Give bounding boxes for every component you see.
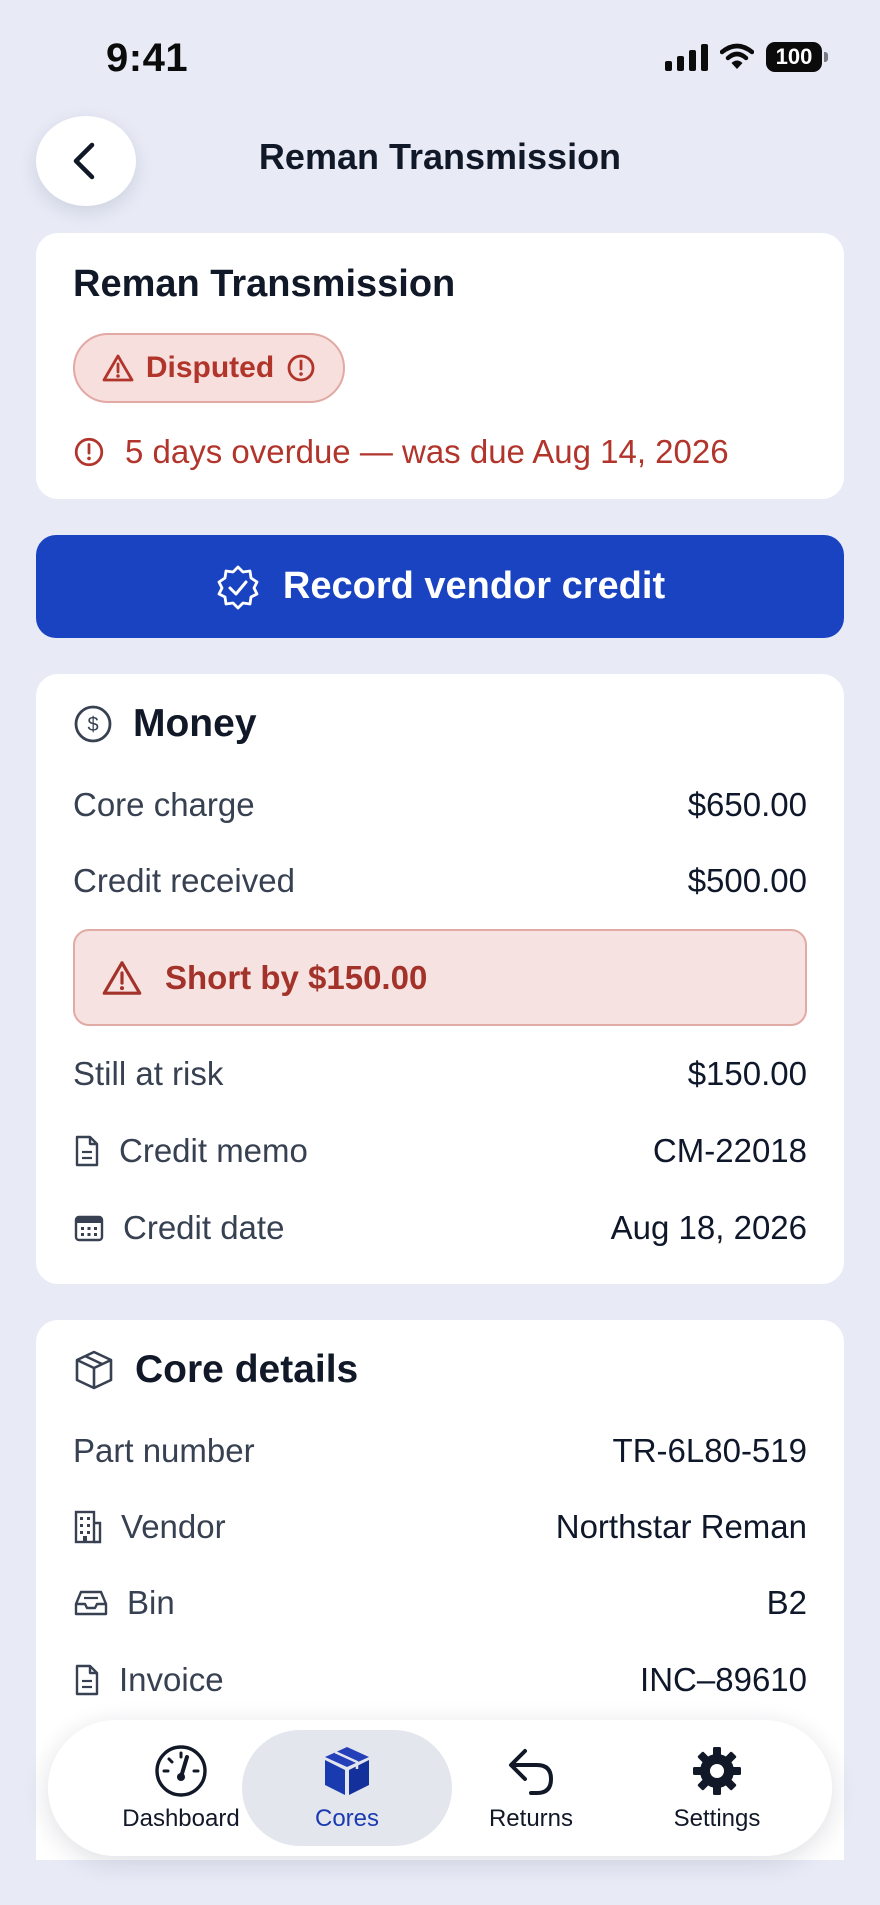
credit-date-label-group: Credit date [73,1209,284,1247]
gauge-icon [153,1743,209,1799]
status-bar: 9:41 100 [0,0,880,116]
vendor-value: Northstar Reman [555,1508,807,1545]
still-at-risk-value: $150.00 [687,1055,807,1092]
badge-check-icon [217,565,259,609]
vendor-label: Vendor [121,1508,226,1545]
page-fade [0,1860,880,1905]
tab-settings[interactable]: Settings [612,1730,822,1846]
document-icon [75,1135,99,1167]
core-charge-row: Core charge $650.00 [73,780,807,830]
inbox-tray-icon [74,1590,108,1616]
signal-icon [665,43,708,71]
bin-value: B2 [766,1584,807,1621]
credit-received-label: Credit received [73,862,295,899]
invoice-value: INC–89610 [640,1661,807,1698]
invoice-label: Invoice [119,1661,224,1698]
credit-date-label: Credit date [123,1209,285,1246]
tab-cores-label: Cores [314,1805,380,1832]
svg-text:$: $ [87,714,98,736]
credit-memo-row: Credit memo CM-22018 [73,1126,807,1176]
credit-memo-label-group: Credit memo [73,1132,308,1170]
building-icon [74,1510,102,1544]
part-number-value: TR-6L80-519 [612,1432,807,1469]
calendar-icon [74,1215,104,1242]
status-time: 9:41 [106,36,189,80]
credit-received-value: $500.00 [687,862,807,899]
warning-triangle-icon [102,354,134,382]
credit-received-row: Credit received $500.00 [73,856,807,906]
wifi-icon [720,43,754,69]
invoice-label-group: Invoice [73,1661,224,1699]
bottom-tab-bar: Dashboard Cores Returns Settings [48,1720,832,1856]
core-charge-value: $650.00 [687,786,807,823]
core-details-header: Core details [73,1348,358,1392]
page-title: Reman Transmission [258,136,622,177]
battery-icon: 100 [766,42,828,72]
status-badge-label: Disputed [145,351,275,384]
box-icon [319,1743,375,1799]
bin-label: Bin [127,1584,175,1621]
still-at-risk-label: Still at risk [73,1055,224,1092]
return-arrow-icon [503,1743,559,1799]
short-alert: Short by $150.00 [73,929,807,1026]
credit-date-value: Aug 18, 2026 [610,1209,807,1246]
core-title: Reman Transmission [73,263,456,305]
credit-memo-value: CM-22018 [652,1132,807,1169]
tab-cores[interactable]: Cores [242,1730,452,1846]
tab-returns-label: Returns [488,1805,574,1832]
gear-icon [689,1743,745,1799]
alert-circle-icon [74,437,104,467]
money-header: $ Money [73,702,257,746]
tab-dashboard-label: Dashboard [122,1805,240,1832]
summary-card: Reman Transmission Disputed 5 days overd… [36,233,844,499]
core-details-title: Core details [135,1348,359,1391]
dollar-circle-icon: $ [74,705,112,743]
bin-row: Bin B2 [73,1578,807,1628]
part-number-label: Part number [73,1432,255,1469]
tab-settings-label: Settings [673,1805,761,1832]
record-vendor-credit-label: Record vendor credit [282,565,666,607]
package-icon [75,1350,113,1390]
invoice-row: Invoice INC–89610 [73,1655,807,1705]
credit-date-row: Credit date Aug 18, 2026 [73,1203,807,1253]
nav-header: Reman Transmission [0,116,880,216]
overdue-text: 5 days overdue — was due Aug 14, 2026 [125,433,729,470]
status-icons: 100 [665,42,828,72]
status-badge[interactable]: Disputed [73,333,345,403]
tab-returns[interactable]: Returns [426,1730,636,1846]
alert-circle-icon [287,354,315,382]
warning-triangle-icon [102,960,142,995]
record-vendor-credit-button[interactable]: Record vendor credit [36,535,844,638]
document-icon [75,1664,99,1696]
core-charge-label: Core charge [73,786,255,823]
still-at-risk-row: Still at risk $150.00 [73,1049,807,1099]
money-title: Money [133,702,257,745]
credit-memo-label: Credit memo [119,1132,308,1169]
money-card: $ Money Core charge $650.00 Credit recei… [36,674,844,1284]
vendor-label-group: Vendor [73,1508,226,1546]
overdue-notice: 5 days overdue — was due Aug 14, 2026 [73,433,729,471]
bin-label-group: Bin [73,1584,175,1622]
part-number-row: Part number TR-6L80-519 [73,1426,807,1476]
vendor-row: Vendor Northstar Reman [73,1502,807,1552]
short-alert-text: Short by $150.00 [165,958,428,996]
